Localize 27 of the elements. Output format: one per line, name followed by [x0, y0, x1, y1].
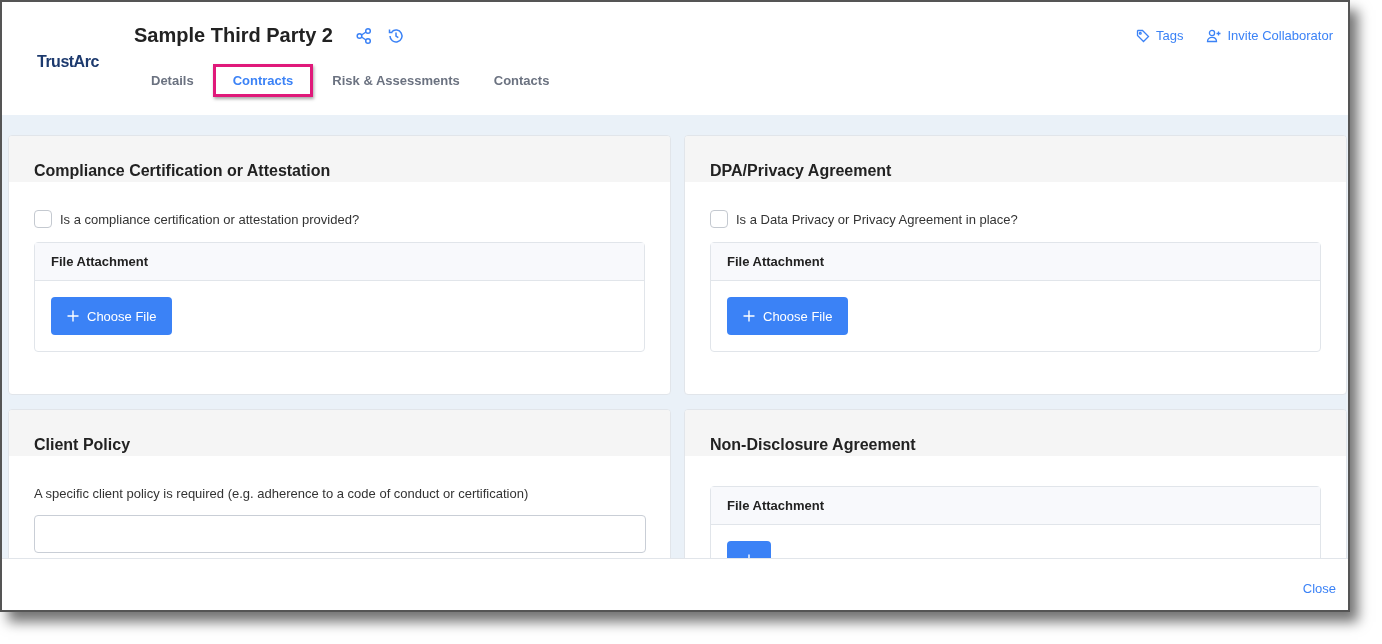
checkbox-label: Is a compliance certification or attestation provided? — [60, 211, 360, 227]
checkbox-label: Is a Data Privacy or Privacy Agreement in place? — [736, 211, 1018, 227]
choose-file-button[interactable]: Choose File — [727, 297, 849, 335]
tab[interactable]: Contracts — [212, 64, 314, 97]
panel-title: File Attachment — [51, 254, 149, 269]
card-title: DPA/Privacy Agreement — [710, 162, 892, 180]
tags-link[interactable]: Tags — [1136, 28, 1184, 43]
checkbox[interactable] — [710, 210, 728, 228]
card-title: Compliance Certification or Attestation — [34, 162, 331, 180]
tag-icon — [1136, 28, 1151, 43]
card-title: Client Policy — [34, 436, 131, 454]
checkbox[interactable] — [34, 210, 52, 228]
field-label: A specific client policy is required (e.g. adherence to a code of conduct or certification) — [34, 486, 530, 501]
tab[interactable]: Details — [136, 64, 209, 97]
trustarc-logo: TrustArc — [37, 53, 100, 71]
panel-title: File Attachment — [727, 498, 825, 513]
invite-collaborator-link[interactable]: Invite Collaborator — [1205, 28, 1333, 43]
panel-title: File Attachment — [727, 254, 825, 269]
add-user-icon — [1205, 28, 1222, 43]
page-title: Sample Third Party 2 — [134, 24, 333, 47]
history-icon[interactable] — [386, 26, 405, 45]
choose-file-button[interactable]: Choose File — [51, 297, 173, 335]
tab[interactable]: Risk & Assessments — [317, 64, 475, 97]
share-icon[interactable] — [354, 26, 373, 45]
card-title: Non-Disclosure Agreement — [710, 436, 916, 454]
tab[interactable]: Contacts — [478, 64, 565, 97]
close-link[interactable]: Close — [1302, 581, 1336, 596]
